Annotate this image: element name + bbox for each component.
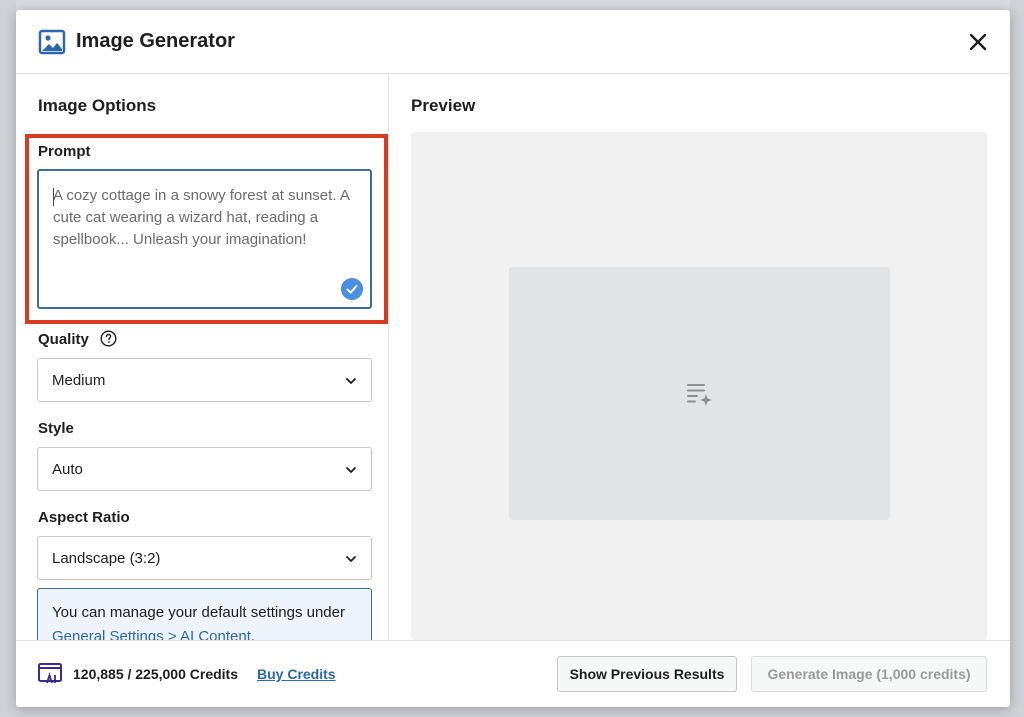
background-right-edge <box>1010 0 1024 717</box>
chevron-down-icon <box>346 467 356 473</box>
image-options-panel: Image Options Prompt A cozy cottage in a… <box>16 74 389 658</box>
question-circle-icon[interactable] <box>100 330 117 347</box>
dialog-footer: 120,885 / 225,000 Credits Buy Credits Sh… <box>16 640 1010 707</box>
style-label: Style <box>38 420 74 437</box>
preview-placeholder <box>509 267 890 520</box>
aspect-ratio-select[interactable]: Landscape (3:2) <box>37 536 372 580</box>
preview-title: Preview <box>411 96 476 115</box>
show-previous-results-button[interactable]: Show Previous Results <box>557 656 737 692</box>
generate-image-button[interactable]: Generate Image (1,000 credits) <box>751 656 987 692</box>
chevron-down-icon <box>346 378 356 384</box>
aspect-ratio-value: Landscape (3:2) <box>52 549 161 567</box>
quality-label: Quality <box>38 331 89 348</box>
text-caret <box>53 188 54 206</box>
image-icon <box>38 29 66 55</box>
preview-area <box>411 132 987 640</box>
prompt-label: Prompt <box>38 143 91 160</box>
sparkle-list-icon <box>687 384 712 406</box>
dialog-header: Image Generator <box>16 10 1010 74</box>
preview-panel: Preview <box>390 74 1010 640</box>
buy-credits-link[interactable]: Buy Credits <box>257 666 336 682</box>
credits-balance: 120,885 / 225,000 Credits <box>73 666 239 682</box>
background-left-edge <box>0 0 16 717</box>
prompt-placeholder: A cozy cottage in a snowy forest at suns… <box>53 187 350 248</box>
close-icon[interactable] <box>964 28 992 56</box>
quality-value: Medium <box>52 371 106 389</box>
check-icon <box>341 278 363 300</box>
settings-notice-text: You can manage your default settings und… <box>52 604 345 621</box>
image-options-title: Image Options <box>38 96 157 115</box>
style-value: Auto <box>52 460 83 478</box>
quality-select[interactable]: Medium <box>37 358 372 402</box>
prompt-textarea[interactable]: A cozy cottage in a snowy forest at suns… <box>37 169 372 309</box>
background-bottom-edge <box>0 707 1024 717</box>
dialog-title: Image Generator <box>76 30 235 52</box>
chevron-down-icon <box>346 556 356 562</box>
image-generator-dialog: Image Generator Image Options Prompt A c… <box>16 10 1010 707</box>
aspect-ratio-label: Aspect Ratio <box>38 509 130 526</box>
style-select[interactable]: Auto <box>37 447 372 491</box>
ai-credits-icon <box>38 663 62 684</box>
